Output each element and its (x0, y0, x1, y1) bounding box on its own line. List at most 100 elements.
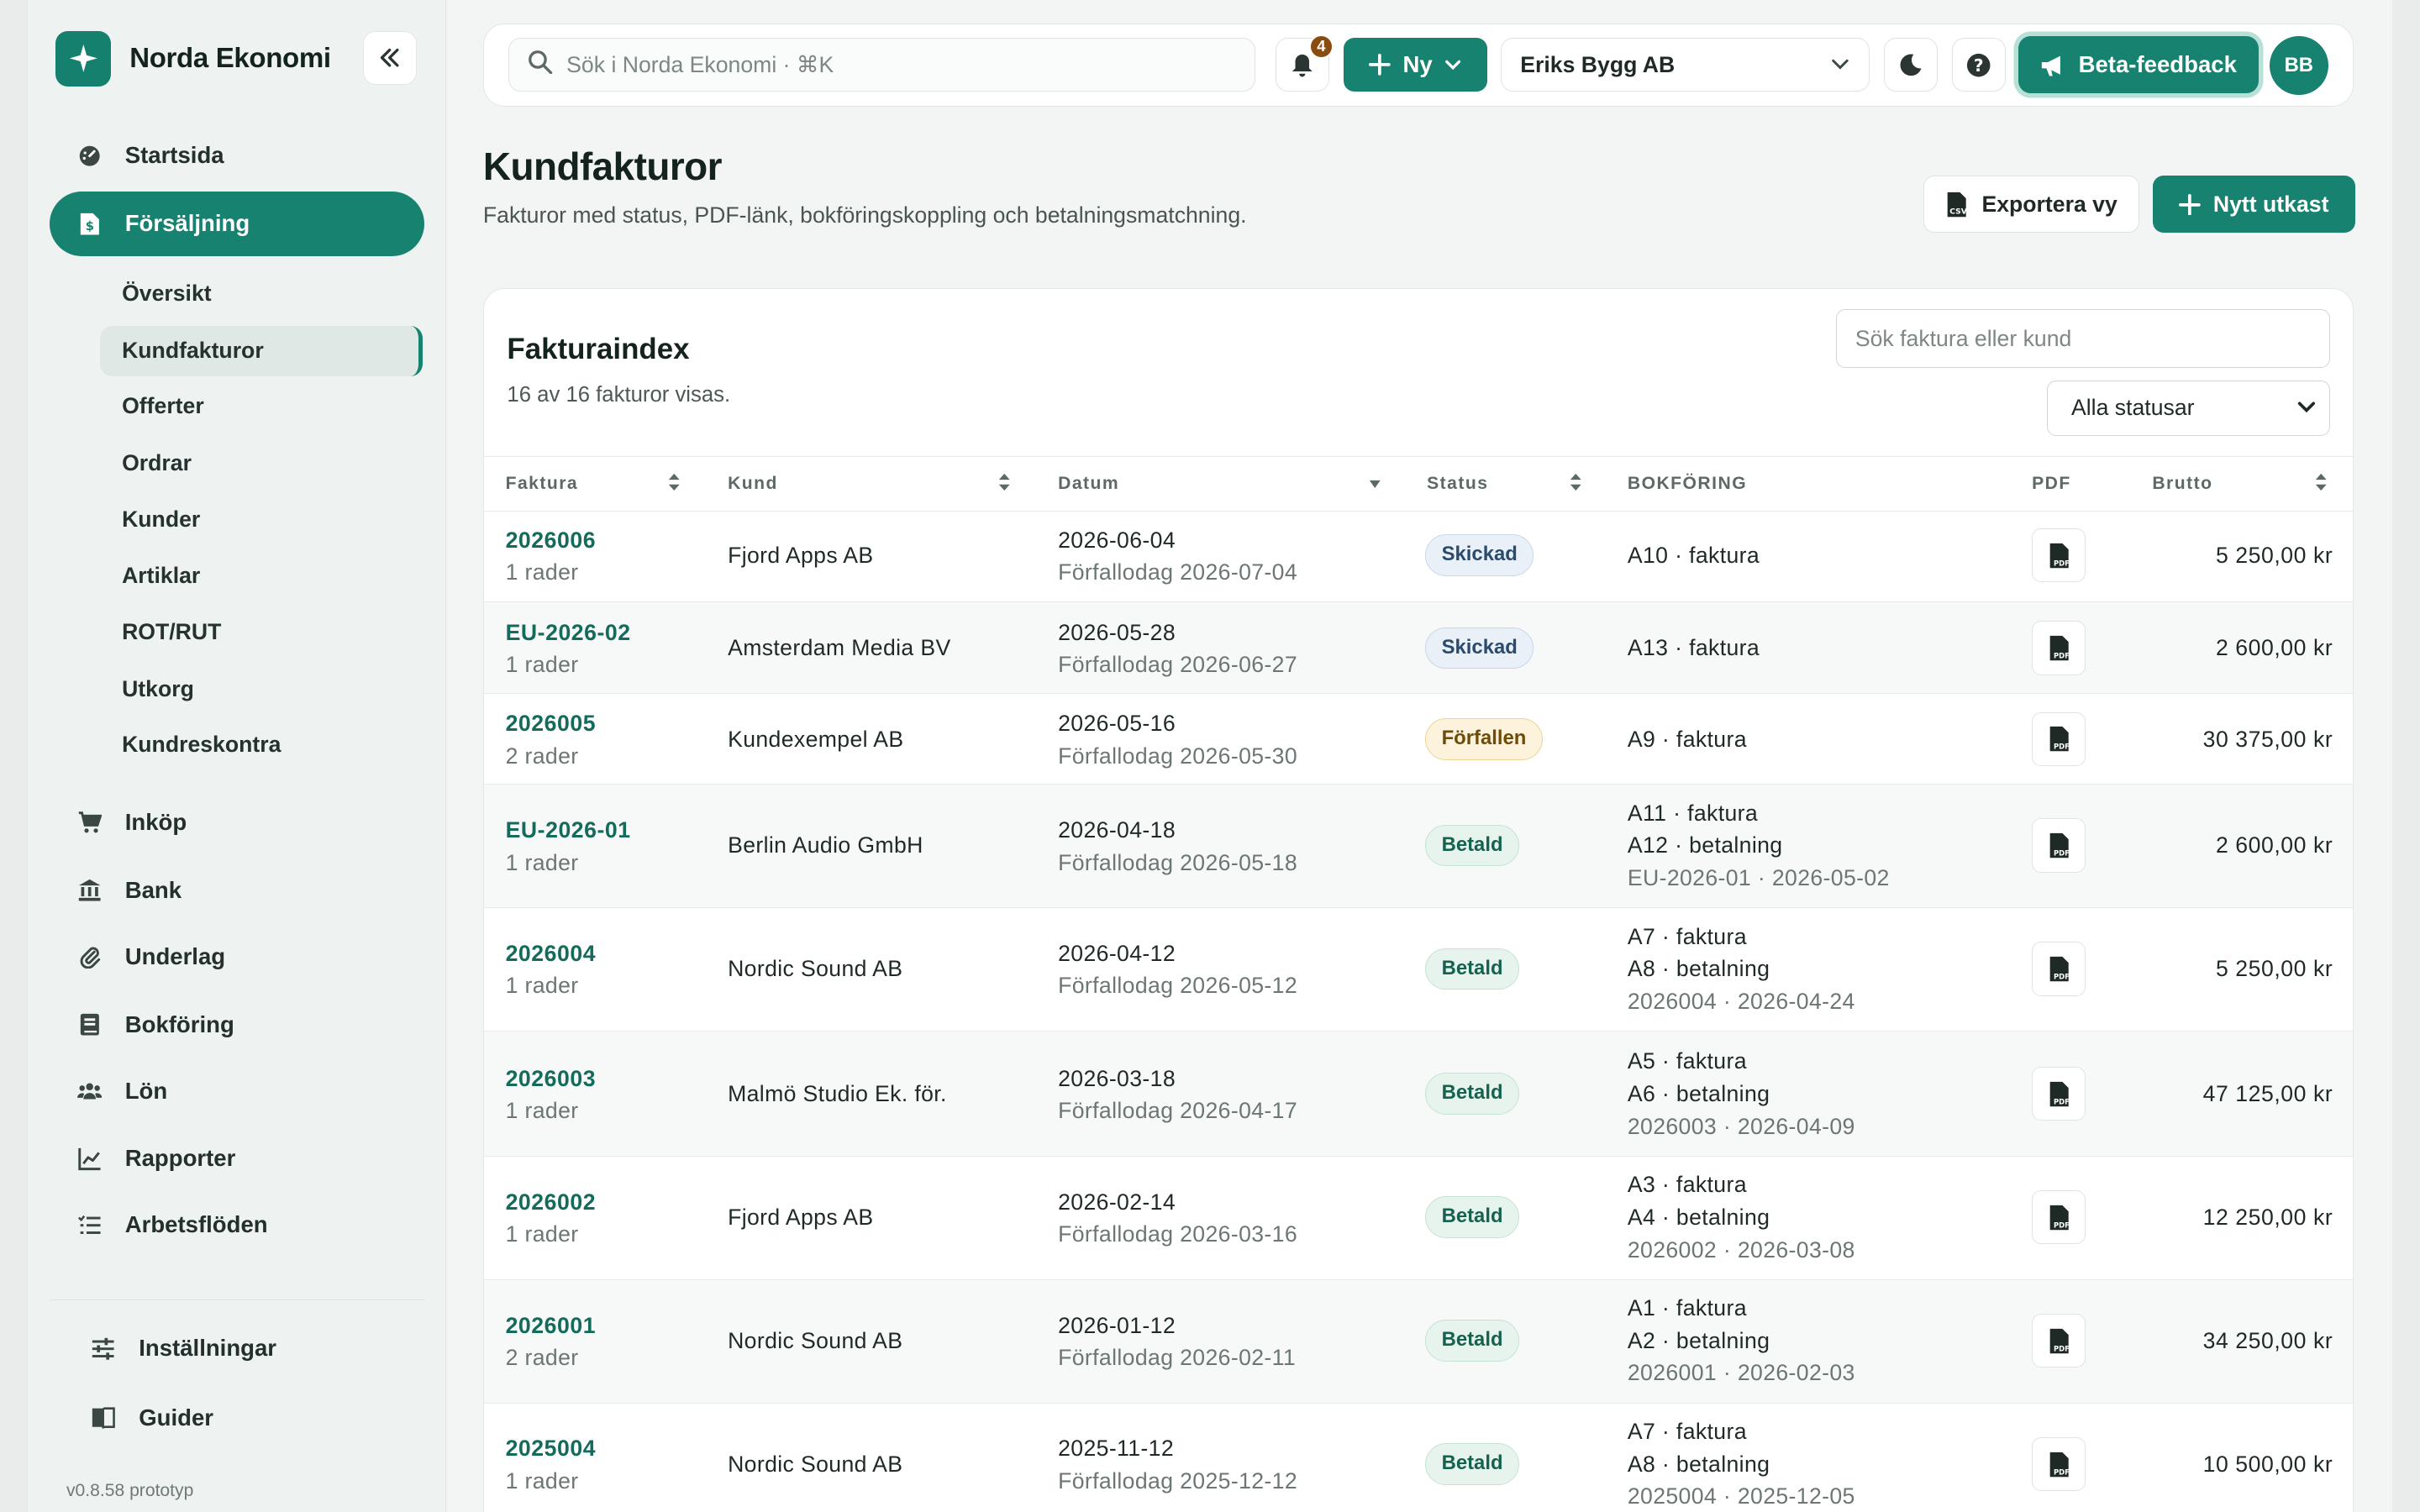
notifications-button[interactable]: 4 (1276, 34, 1334, 92)
invoice-number-link[interactable]: 2025004 (506, 1432, 597, 1465)
due-date: Förfallodag 2026-03-16 (1058, 1221, 1297, 1247)
column-header-kund[interactable]: Kund (728, 474, 778, 494)
user-avatar[interactable]: BB (2269, 36, 2328, 96)
booking-cell: A7 · faktura A8 · betalning 2026004 · 2026… (1628, 921, 1855, 1018)
sidebar-subitem-kundfakturor[interactable]: Kundfakturor (100, 325, 424, 377)
sort-icon[interactable] (1569, 472, 1583, 492)
sort-icon[interactable] (667, 472, 681, 492)
export-view-button[interactable]: CSV Exportera vy (1923, 176, 2139, 234)
search-placeholder: Sök i Norda Ekonomi · ⌘K (566, 51, 834, 77)
booking-cell: A13 · faktura (1628, 632, 1760, 664)
sidebar-subitem-ordrar[interactable]: Ordrar (100, 438, 423, 490)
pdf-download-button[interactable]: PDF (2032, 818, 2086, 873)
table-row[interactable]: EU-2026-01 1 rader Berlin Audio GmbH 2026-0… (483, 785, 2353, 908)
table-row[interactable]: 2026004 1 rader Nordic Sound AB 2026-04-12 F… (483, 908, 2353, 1032)
gross-amount: 2 600,00 kr (2215, 635, 2333, 661)
pdf-download-button[interactable]: PDF (2032, 1314, 2086, 1368)
new-draft-button[interactable]: Nytt utkast (2153, 176, 2355, 234)
pdf-download-button[interactable]: PDF (2032, 1436, 2086, 1492)
svg-text:PDF: PDF (2053, 972, 2069, 980)
beta-feedback-button[interactable]: Beta-feedback (2018, 36, 2260, 94)
svg-text:PDF: PDF (2053, 743, 2069, 751)
pdf-download-button[interactable]: PDF (2032, 711, 2086, 766)
sidebar-item-guider[interactable]: Guider (63, 1385, 438, 1450)
sidebar-item-forsaljning[interactable]: $ Försäljning (49, 191, 425, 256)
booking-entry: A4 · betalning (1627, 1204, 1770, 1230)
table-row[interactable]: 2025004 1 rader Nordic Sound AB 2025-11-12 F… (484, 1404, 2353, 1512)
new-button[interactable]: Ny (1343, 38, 1487, 92)
column-header-datum[interactable]: Datum (1058, 474, 1119, 494)
sidebar-item-label: Rapporter (124, 1145, 236, 1172)
sidebar-item-label: Guider (139, 1404, 214, 1431)
table-row[interactable]: 2026002 1 rader Fjord Apps AB 2026-02-14 För… (483, 1157, 2353, 1280)
due-date: Förfallodag 2026-05-12 (1058, 973, 1297, 999)
pdf-icon: PDF (2049, 1081, 2070, 1106)
invoice-number-link[interactable]: EU-2026-02 (506, 617, 631, 649)
csv-file-icon: CSV (1948, 192, 1968, 218)
invoice-number-link[interactable]: 2026003 (506, 1063, 597, 1095)
invoice-number-link[interactable]: 2026001 (506, 1310, 597, 1342)
column-header-brutto[interactable]: Brutto (2152, 474, 2212, 494)
pdf-download-button[interactable]: PDF (2032, 621, 2086, 675)
column-header-bokforing: BOKFÖRING (1627, 474, 1748, 494)
table-row[interactable]: 2026006 1 rader Fjord Apps AB 2026-06-04 För… (483, 510, 2353, 603)
topbar: Sök i Norda Ekonomi · ⌘K 4 Ny Eriks Bygg… (482, 23, 2354, 107)
version-label: v0.8.58 prototyp (66, 1481, 194, 1501)
table-row[interactable]: 2026003 1 rader Malmö Studio Ek. för. 2026-… (483, 1031, 2353, 1157)
svg-text:PDF: PDF (2053, 849, 2069, 858)
invoice-line-count: 1 rader (505, 559, 579, 585)
sidebar-item-rapporter[interactable]: Rapporter (50, 1126, 424, 1191)
sidebar-item-underlag[interactable]: Underlag (50, 924, 424, 989)
table-row[interactable]: EU-2026-02 1 rader Amsterdam Media BV 2026-… (483, 602, 2353, 694)
sidebar-subitem-kundreskontra[interactable]: Kundreskontra (100, 719, 423, 770)
sort-icon[interactable] (2314, 472, 2328, 492)
column-header-status[interactable]: Status (1427, 474, 1488, 494)
invoice-number-link[interactable]: 2026004 (506, 937, 597, 970)
sidebar-item-bokforing[interactable]: Bokföring (50, 992, 424, 1057)
sidebar-subitem-offerter[interactable]: Offerter (100, 381, 423, 433)
sidebar-subitem-rotrut[interactable]: ROT/RUT (100, 606, 423, 658)
booking-cell: A5 · faktura A6 · betalning 2026003 · 2026… (1628, 1045, 1855, 1142)
invoice-search-input[interactable]: Sök faktura eller kund (1835, 309, 2330, 369)
sidebar-subitem-artiklar[interactable]: Artiklar (100, 551, 423, 602)
table-row[interactable]: 2026001 2 rader Nordic Sound AB 2026-01-12 F… (483, 1279, 2353, 1404)
pdf-download-button[interactable]: PDF (2032, 1067, 2086, 1121)
sidebar-item-lon[interactable]: Lön (50, 1058, 424, 1123)
company-selector[interactable]: Eriks Bygg AB (1501, 38, 1870, 92)
sidebar-item-startsida[interactable]: Startsida (50, 123, 424, 188)
sidebar-subitem-kunder[interactable]: Kunder (100, 494, 423, 545)
paperclip-icon (77, 944, 102, 969)
sidebar-item-inkop[interactable]: Inköp (50, 790, 424, 854)
sidebar-subitem-utkorg[interactable]: Utkorg (100, 664, 423, 715)
sort-desc-icon[interactable] (1368, 479, 1382, 490)
invoice-number-link[interactable]: EU-2026-01 (506, 814, 631, 847)
pdf-download-button[interactable]: PDF (2032, 528, 2086, 583)
customer-name: Kundexempel AB (728, 726, 904, 752)
invoice-line-count: 1 rader (505, 652, 579, 678)
sidebar-subitem-oversikt[interactable]: Översikt (100, 269, 423, 320)
invoice-number-link[interactable]: 2026005 (506, 707, 597, 740)
column-header-faktura[interactable]: Faktura (506, 474, 579, 494)
help-button[interactable]: ? (1951, 38, 2006, 92)
customer-name: Nordic Sound AB (728, 956, 903, 982)
pdf-download-button[interactable]: PDF (2032, 1190, 2086, 1245)
brand[interactable]: Norda Ekonomi (55, 30, 331, 87)
collapse-sidebar-button[interactable] (362, 30, 417, 85)
sort-icon[interactable] (997, 472, 1012, 492)
bell-icon (1292, 54, 1313, 76)
status-filter-select[interactable]: Alla statusar (2047, 380, 2330, 436)
booking-entry: A1 · faktura (1627, 1295, 1747, 1321)
status-badge: Betald (1425, 948, 1519, 990)
invoice-number-link[interactable]: 2026002 (506, 1186, 597, 1219)
sidebar-item-bank[interactable]: Bank (50, 858, 424, 922)
booking-entry: A5 · faktura (1627, 1048, 1747, 1074)
page-title: Kundfakturor (482, 144, 723, 188)
theme-toggle-button[interactable] (1883, 38, 1939, 92)
table-row[interactable]: 2026005 2 rader Kundexempel AB 2026-05-16 Fö… (483, 694, 2353, 785)
pdf-download-button[interactable]: PDF (2032, 942, 2086, 996)
megaphone-icon (2041, 55, 2060, 76)
sidebar-item-arbetsfloden[interactable]: Arbetsflöden (50, 1193, 424, 1257)
global-search-input[interactable]: Sök i Norda Ekonomi · ⌘K (508, 38, 1256, 92)
sidebar-item-installningar[interactable]: Inställningar (63, 1316, 438, 1381)
invoice-number-link[interactable]: 2026006 (506, 524, 597, 557)
